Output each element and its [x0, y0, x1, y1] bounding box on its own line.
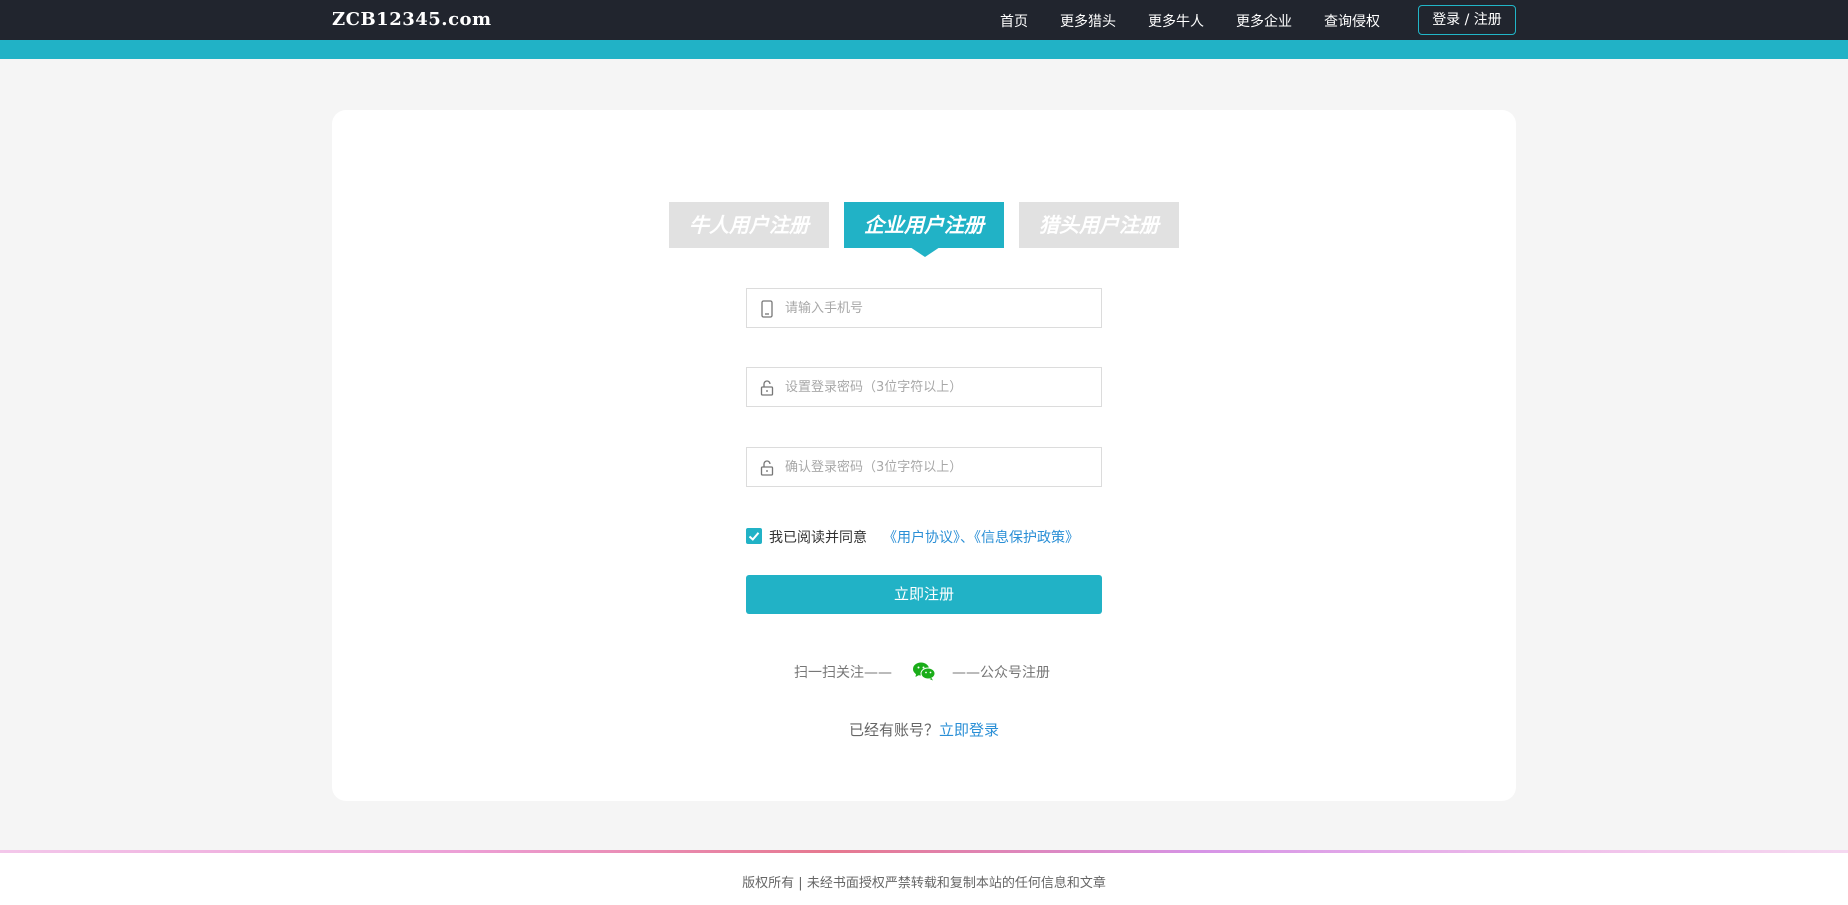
- confirm-password-field: [746, 447, 1102, 487]
- login-prompt: 已经有账号？立即登录: [0, 719, 1848, 740]
- tab-talent-register[interactable]: 牛人用户注册: [669, 202, 829, 248]
- nav-item-check-infringement[interactable]: 查询侵权: [1324, 11, 1380, 31]
- have-account-text: 已经有账号？: [848, 721, 939, 739]
- main-nav: 首页 更多猎头 更多牛人 更多企业 查询侵权: [0, 0, 1848, 40]
- check-icon: [748, 532, 760, 541]
- phone-input[interactable]: [785, 289, 1085, 327]
- tab-company-register[interactable]: 企业用户注册: [844, 202, 1004, 248]
- agreement-row: 我已阅读并同意 《用户协议》、《信息保护政策》: [746, 526, 1126, 546]
- nav-item-more-headhunters[interactable]: 更多猎头: [1060, 11, 1116, 31]
- top-navbar: ZCB12345.com 首页 更多猎头 更多牛人 更多企业 查询侵权 登录 /…: [0, 0, 1848, 40]
- footer: 版权所有 | 未经书面授权严禁转载和复制本站的任何信息和文章: [0, 853, 1848, 905]
- active-tab-caret: [910, 247, 940, 257]
- nav-item-more-talents[interactable]: 更多牛人: [1148, 11, 1204, 31]
- register-button[interactable]: 立即注册: [746, 575, 1102, 614]
- password-input[interactable]: [785, 368, 1085, 406]
- login-register-button[interactable]: 登录 / 注册: [1418, 5, 1516, 35]
- wechat-icon[interactable]: [912, 661, 936, 681]
- confirm-password-input[interactable]: [785, 448, 1085, 486]
- copyright-text: 版权所有 | 未经书面授权严禁转载和复制本站的任何信息和文章: [742, 876, 1106, 891]
- agreement-links[interactable]: 《用户协议》、《信息保护政策》: [883, 527, 1079, 547]
- phone-icon: [761, 300, 773, 318]
- scan-follow-text: 扫一扫关注——: [794, 665, 892, 681]
- login-now-link[interactable]: 立即登录: [939, 721, 999, 739]
- nav-item-home[interactable]: 首页: [1000, 11, 1028, 31]
- password-field: [746, 367, 1102, 407]
- agree-label: 我已阅读并同意: [769, 530, 867, 546]
- agree-checkbox[interactable]: [746, 528, 762, 544]
- lock-icon: [760, 460, 774, 476]
- nav-item-more-companies[interactable]: 更多企业: [1236, 11, 1292, 31]
- lock-icon: [760, 380, 774, 396]
- tab-headhunter-register[interactable]: 猎头用户注册: [1019, 202, 1179, 248]
- phone-field: [746, 288, 1102, 328]
- accent-banner: [0, 40, 1848, 59]
- wechat-register-text: ——公众号注册: [952, 665, 1050, 681]
